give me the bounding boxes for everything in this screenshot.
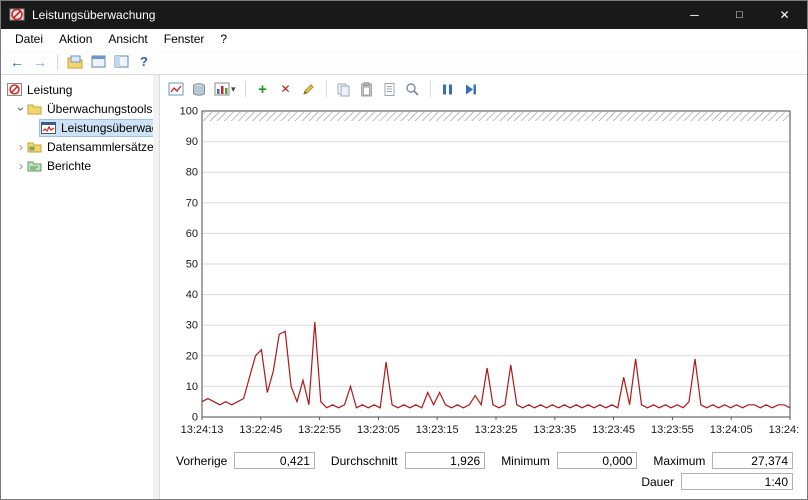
tree-item-label: Berichte [47, 159, 91, 173]
svg-text:30: 30 [186, 320, 198, 332]
chart-toolbar: ▾ + ✕ [160, 75, 807, 103]
svg-text:100: 100 [180, 106, 198, 118]
svg-text:13:23:05: 13:23:05 [357, 424, 400, 436]
menu-item-hilfe[interactable]: ? [212, 30, 235, 48]
menu-item-fenster[interactable]: Fenster [156, 30, 213, 48]
maximum-label: Maximum [653, 454, 705, 468]
new-window-icon[interactable] [111, 52, 131, 72]
title-bar: Leistungsüberwachung ─ □ ✕ [1, 1, 807, 29]
menu-item-datei[interactable]: Datei [7, 30, 51, 48]
toolbar-separator [430, 81, 431, 97]
svg-text:40: 40 [186, 289, 198, 301]
minimize-button[interactable]: ─ [672, 1, 717, 29]
menu-item-ansicht[interactable]: Ansicht [100, 30, 155, 48]
chart-type-button[interactable]: ▾ [212, 79, 238, 99]
zoom-icon[interactable] [403, 79, 423, 99]
add-counter-button[interactable]: + [253, 79, 273, 99]
maximize-button[interactable]: □ [717, 1, 762, 29]
chevron-down-icon[interactable]: › [14, 103, 28, 115]
stats-row-duration: Dauer 1:40 [160, 471, 793, 492]
content-area: Leistung › Überwachungstools [1, 75, 807, 499]
svg-text:13:23:25: 13:23:25 [475, 424, 518, 436]
back-button[interactable]: ← [7, 54, 27, 70]
chevron-right-icon[interactable]: › [15, 140, 27, 154]
svg-text:80: 80 [186, 167, 198, 179]
window-title: Leistungsüberwachung [32, 8, 155, 22]
svg-text:13:22:45: 13:22:45 [239, 424, 282, 436]
help-button[interactable]: ? [134, 52, 154, 72]
svg-text:0: 0 [192, 412, 198, 424]
tree-selection-highlight: Leistungsüberwachung [39, 119, 153, 137]
tree-item-label: Datensammlersätze [47, 140, 153, 154]
average-label: Durchschnitt [331, 454, 398, 468]
window-controls: ─ □ ✕ [672, 1, 807, 29]
svg-text:13:22:55: 13:22:55 [298, 424, 341, 436]
forward-button[interactable]: → [30, 54, 50, 70]
app-window: Leistungsüberwachung ─ □ ✕ Datei Aktion … [0, 0, 808, 500]
svg-text:90: 90 [186, 136, 198, 148]
folder-icon [27, 140, 43, 154]
tree-item-label: Leistungsüberwachung [61, 121, 153, 135]
update-data-button[interactable] [461, 79, 481, 99]
tree-root-label: Leistung [27, 83, 72, 97]
stats-bar: Vorherige 0,421 Durchschnitt 1,926 Minim… [160, 446, 807, 492]
minimum-value: 0,000 [557, 452, 638, 469]
svg-text:13:23:45: 13:23:45 [592, 424, 635, 436]
chevron-right-icon[interactable]: › [15, 159, 27, 173]
tree-root-leistung[interactable]: Leistung [1, 80, 153, 99]
monitor-chart-icon [41, 121, 57, 135]
duration-value: 1:40 [681, 473, 793, 490]
menu-bar: Datei Aktion Ansicht Fenster ? [1, 29, 807, 49]
copy-properties-icon[interactable] [334, 79, 354, 99]
svg-text:70: 70 [186, 197, 198, 209]
average-value: 1,926 [405, 452, 486, 469]
svg-text:20: 20 [186, 350, 198, 362]
delete-counter-button[interactable]: ✕ [276, 79, 296, 99]
view-current-activity-icon[interactable] [166, 79, 186, 99]
perfmon-app-icon [9, 7, 25, 23]
toolbar-separator [245, 81, 246, 97]
svg-text:50: 50 [186, 259, 198, 271]
tree-item-label: Überwachungstools [47, 102, 152, 116]
tree-item-datensammlersaetze[interactable]: › Datensammlersätze [1, 137, 153, 156]
performance-graph: 100908070605040302010013:24:1313:22:4513… [164, 103, 803, 446]
previous-label: Vorherige [176, 454, 227, 468]
freeze-display-button[interactable] [438, 79, 458, 99]
svg-text:13:24:12: 13:24:12 [769, 424, 800, 436]
svg-text:13:23:55: 13:23:55 [651, 424, 694, 436]
svg-text:13:23:35: 13:23:35 [533, 424, 576, 436]
tree-item-leistungsueberwachung[interactable]: Leistungsüberwachung [1, 118, 153, 137]
properties-window-icon[interactable] [88, 52, 108, 72]
close-button[interactable]: ✕ [762, 1, 807, 29]
nav-toolbar: ← → ? [1, 49, 807, 75]
minimum-label: Minimum [501, 454, 550, 468]
svg-text:10: 10 [186, 381, 198, 393]
pane-splitter[interactable] [153, 75, 160, 499]
svg-text:13:23:15: 13:23:15 [416, 424, 459, 436]
stats-row-values: Vorherige 0,421 Durchschnitt 1,926 Minim… [160, 450, 793, 471]
performance-icon [7, 83, 23, 97]
line-chart: 100908070605040302010013:24:1313:22:4513… [164, 103, 800, 443]
chevron-down-icon: ▾ [231, 84, 236, 95]
tree-item-ueberwachungstools[interactable]: › Überwachungstools [1, 99, 153, 118]
view-log-data-icon[interactable] [189, 79, 209, 99]
maximum-value: 27,374 [712, 452, 793, 469]
tree-item-berichte[interactable]: › Berichte [1, 156, 153, 175]
folder-icon [27, 102, 43, 116]
svg-text:13:24:13: 13:24:13 [181, 424, 224, 436]
svg-text:13:24:05: 13:24:05 [710, 424, 753, 436]
console-tree-toggle-icon[interactable] [65, 52, 85, 72]
toolbar-separator [326, 81, 327, 97]
toolbar-separator [57, 54, 58, 70]
performance-monitor-panel: ▾ + ✕ [160, 75, 807, 499]
console-tree: Leistung › Überwachungstools [1, 75, 153, 499]
report-folder-icon [27, 159, 43, 173]
duration-label: Dauer [641, 475, 674, 489]
highlight-button[interactable] [299, 79, 319, 99]
paste-counter-list-icon[interactable] [357, 79, 377, 99]
properties-icon[interactable] [380, 79, 400, 99]
previous-value: 0,421 [234, 452, 315, 469]
svg-text:60: 60 [186, 228, 198, 240]
menu-item-aktion[interactable]: Aktion [51, 30, 100, 48]
